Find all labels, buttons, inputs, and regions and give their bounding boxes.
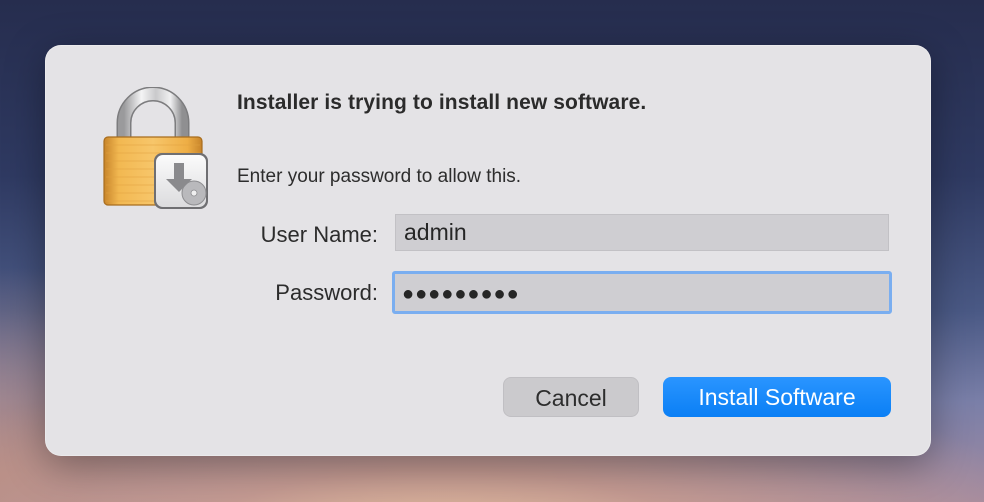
lock-installer-icon bbox=[102, 86, 214, 211]
auth-dialog: Installer is trying to install new softw… bbox=[45, 45, 931, 456]
dialog-title: Installer is trying to install new softw… bbox=[237, 91, 647, 114]
install-software-button[interactable]: Install Software bbox=[663, 377, 891, 417]
dialog-subtitle: Enter your password to allow this. bbox=[237, 166, 522, 187]
username-label: User Name: bbox=[260, 222, 378, 247]
cancel-button[interactable]: Cancel bbox=[503, 377, 639, 417]
username-field[interactable]: admin bbox=[395, 214, 889, 251]
password-label: Password: bbox=[275, 280, 378, 305]
password-field[interactable]: ●●●●●●●●● bbox=[392, 271, 892, 314]
